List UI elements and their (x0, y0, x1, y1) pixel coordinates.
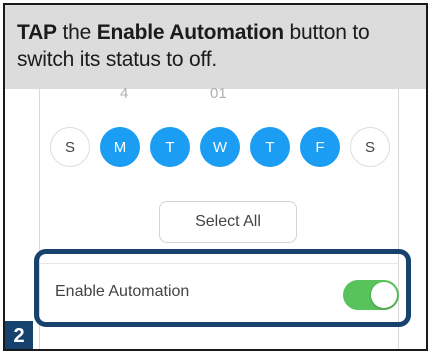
enable-automation-label: Enable Automation (55, 283, 190, 300)
toggle-knob (371, 282, 397, 308)
day-tuesday[interactable]: T (150, 127, 190, 167)
automation-settings-panel: 4 01 S M T W T F S Select All Enable Aut… (39, 85, 399, 349)
day-friday[interactable]: F (300, 127, 340, 167)
day-monday[interactable]: M (100, 127, 140, 167)
day-wednesday[interactable]: W (200, 127, 240, 167)
day-selector: S M T W T F S (50, 127, 390, 171)
enable-automation-toggle[interactable] (343, 280, 399, 310)
day-sunday[interactable]: S (50, 127, 90, 167)
time-picker[interactable]: 4 01 (40, 85, 398, 103)
day-saturday[interactable]: S (350, 127, 390, 167)
instruction-text-mid: the (56, 21, 97, 44)
day-thursday[interactable]: T (250, 127, 290, 167)
time-picker-minute[interactable]: 01 (210, 85, 227, 102)
enable-automation-row: Enable Automation (40, 263, 399, 321)
select-all-button[interactable]: Select All (159, 201, 297, 243)
time-picker-hour[interactable]: 4 (120, 85, 128, 102)
step-number-badge: 2 (5, 321, 33, 349)
instruction-lead: TAP (17, 21, 57, 44)
instruction-button-name: Enable Automation (96, 21, 284, 44)
instruction-banner: TAP the Enable Automation button to swit… (5, 5, 426, 89)
tutorial-frame: TAP the Enable Automation button to swit… (3, 3, 428, 351)
